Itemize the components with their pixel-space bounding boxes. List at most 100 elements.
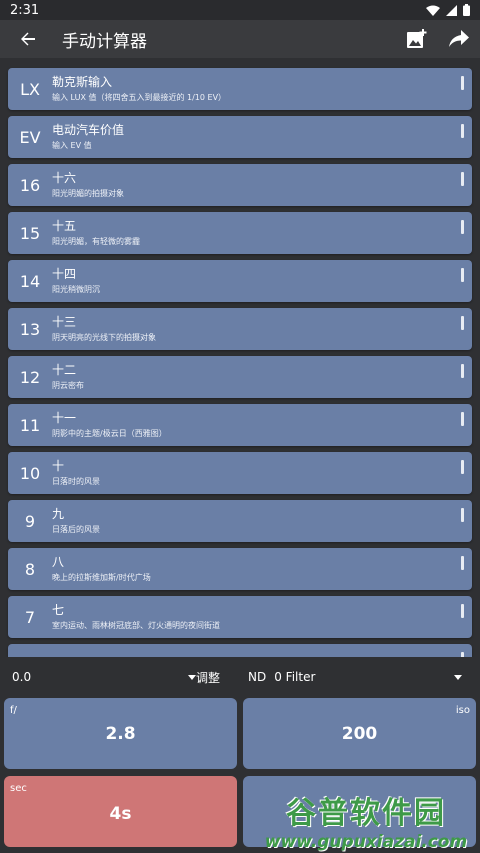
item-description: 阴天明亮的光线下的拍摄对象 <box>52 333 156 342</box>
back-arrow-icon <box>21 32 35 46</box>
share-button[interactable] <box>438 30 480 48</box>
item-description: 晚上的拉斯维加斯/时代广场 <box>52 573 151 582</box>
list-item-13[interactable]: 13 十三阴天明亮的光线下的拍摄对象 <box>8 308 472 350</box>
nd-filter-value: 0 Filter <box>274 670 316 684</box>
list-item-16[interactable]: 16 十六阳光明媚的拍摄对象 <box>8 164 472 206</box>
item-description: 阴影中的主题/极云日（西雅图） <box>52 429 167 438</box>
drag-handle <box>461 316 464 330</box>
watermark-url: www.gupuxiazai.com <box>264 831 468 852</box>
ev-number: 16 <box>19 175 41 195</box>
item-description: 日落时的风景 <box>52 477 100 486</box>
item-name: 八 <box>52 555 65 569</box>
iso-value: 200 <box>341 724 378 744</box>
item-description: 阴云密布 <box>52 381 84 390</box>
aperture-value: 2.8 <box>105 724 136 744</box>
ev-number: 7 <box>24 607 36 627</box>
list-item-10[interactable]: 10 十日落时的风景 <box>8 452 472 494</box>
shutter-tile[interactable]: sec 4s <box>4 776 237 847</box>
adjust-label: 调整 <box>196 670 221 685</box>
dropdown-arrow-icon <box>188 674 196 680</box>
ev-number: 13 <box>19 319 41 339</box>
list-item-ev[interactable]: EV 电动汽车价值输入 EV 值 <box>8 116 472 158</box>
nd-filter-dropdown[interactable]: ND 0 Filter <box>248 670 480 684</box>
item-description: 阳光稍微阴沉 <box>52 285 100 294</box>
back-button[interactable] <box>0 31 56 47</box>
shutter-label: sec <box>10 783 27 794</box>
ev-number: LX <box>20 79 40 99</box>
item-name: 电动汽车价值 <box>52 123 125 137</box>
dropdown-arrow-icon <box>454 674 462 680</box>
ev-number: 9 <box>24 511 36 531</box>
list-item-14[interactable]: 14 十四阳光稍微阴沉 <box>8 260 472 302</box>
item-description: 室内运动、雨林树冠底部、灯火通明的夜间街道 <box>52 621 220 630</box>
watermark-title: 谷普软件园 <box>286 795 446 831</box>
drag-handle <box>461 508 464 522</box>
iso-tile[interactable]: iso 200 <box>243 698 476 769</box>
list-item-7[interactable]: 7 七室内运动、雨林树冠底部、灯火通明的夜间街道 <box>8 596 472 638</box>
drag-handle <box>461 460 464 474</box>
drag-handle <box>461 172 464 186</box>
drag-handle <box>461 268 464 282</box>
item-description: 日落后的风景 <box>52 525 100 534</box>
item-name: 十六 <box>52 171 77 185</box>
drag-handle <box>461 364 464 378</box>
aperture-label: f/ <box>10 705 17 716</box>
list-item-lux[interactable]: LX 勒克斯输入输入 LUX 值（将四舍五入到最接近的 1/10 EV） <box>8 68 472 110</box>
item-name: 十二 <box>52 363 77 377</box>
list-item-9[interactable]: 9 九日落后的风景 <box>8 500 472 542</box>
list-item-11[interactable]: 11 十一阴影中的主题/极云日（西雅图） <box>8 404 472 446</box>
wifi-icon <box>426 5 440 16</box>
controls-row: 0.0 调整 ND 0 Filter <box>0 660 480 694</box>
item-name: 十一 <box>52 411 77 425</box>
status-bar: 2:31 <box>0 0 480 20</box>
app-bar: 手动计算器 <box>0 20 480 58</box>
ev-number: 11 <box>19 415 41 435</box>
ev-number: 14 <box>19 271 41 291</box>
item-name: 七 <box>52 603 65 617</box>
item-name: 勒克斯输入 <box>52 75 113 89</box>
item-name: 十三 <box>52 315 77 329</box>
drag-handle <box>461 76 464 90</box>
drag-handle <box>461 124 464 138</box>
signal-icon <box>446 4 457 16</box>
list-item-15[interactable]: 15 十五阳光明媚，有轻微的雾霾 <box>8 212 472 254</box>
item-name: 九 <box>52 507 65 521</box>
drag-handle <box>461 556 464 570</box>
aperture-tile[interactable]: f/ 2.8 <box>4 698 237 769</box>
item-name: 十五 <box>52 219 77 233</box>
list-item-12[interactable]: 12 十二阴云密布 <box>8 356 472 398</box>
scene-list[interactable]: LX 勒克斯输入输入 LUX 值（将四舍五入到最接近的 1/10 EV） EV … <box>0 64 480 657</box>
ev-number: 8 <box>24 559 36 579</box>
item-description: 输入 EV 值 <box>52 141 92 150</box>
page-title: 手动计算器 <box>62 31 147 52</box>
status-icons <box>426 4 470 16</box>
item-name: 十 <box>52 459 65 473</box>
battery-icon <box>463 4 470 16</box>
item-name: 十四 <box>52 267 77 281</box>
ev-number: 12 <box>19 367 41 387</box>
iso-label: iso <box>455 705 470 716</box>
drag-handle <box>461 604 464 618</box>
ev-number: 6 <box>8 656 52 658</box>
drag-handle <box>461 652 464 657</box>
drag-handle <box>461 412 464 426</box>
add-photo-button[interactable] <box>396 28 438 50</box>
item-description: 阳光明媚，有轻微的雾霾 <box>52 237 140 246</box>
ev-number: 15 <box>19 223 41 243</box>
ev-adjust-value: 0.0 <box>12 670 32 684</box>
status-time: 2:31 <box>10 2 40 18</box>
item-description: 阳光明媚的拍摄对象 <box>52 189 124 198</box>
drag-handle <box>461 220 464 234</box>
item-description: 输入 LUX 值（将四舍五入到最接近的 1/10 EV） <box>52 93 227 102</box>
list-item-8[interactable]: 8 八晚上的拉斯维加斯/时代广场 <box>8 548 472 590</box>
add-photo-icon <box>407 29 427 48</box>
nd-label: ND <box>248 670 267 684</box>
shutter-value: 4s <box>109 804 132 824</box>
list-item-6[interactable]: 6 六 <box>8 644 472 657</box>
ev-adjust-dropdown[interactable]: 0.0 <box>0 670 196 684</box>
share-icon <box>449 30 469 47</box>
watermark: 谷普软件园 www.gupuxiazai.com <box>252 786 480 853</box>
ev-number: 10 <box>19 463 41 483</box>
ev-number: EV <box>19 127 41 147</box>
item-name: 六 <box>52 657 472 658</box>
